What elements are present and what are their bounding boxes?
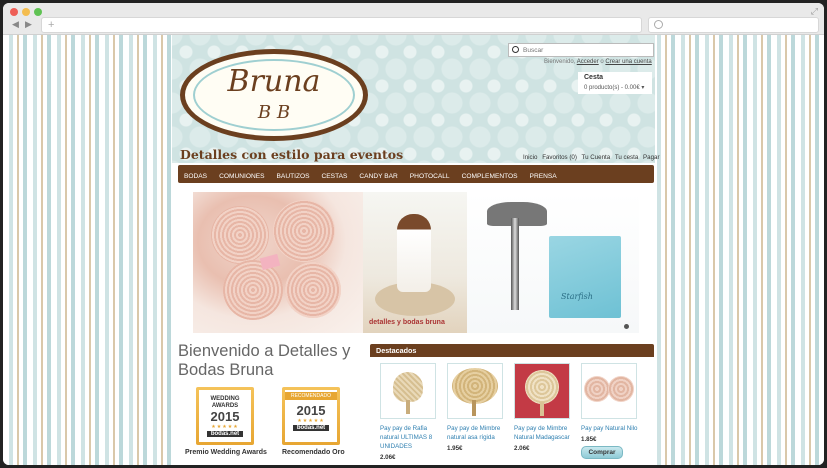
product-name[interactable]: Pay pay Natural Nilo: [581, 424, 641, 433]
search-icon: [654, 20, 663, 29]
logo-monogram: B B: [257, 102, 291, 123]
slide-indicator[interactable]: [624, 324, 629, 329]
address-bar[interactable]: +: [41, 17, 642, 33]
product-name[interactable]: Pay pay de Mimbre natural asa rígida: [447, 424, 507, 442]
link-tu-cesta[interactable]: Tu cesta: [615, 154, 639, 161]
add-to-cart-button[interactable]: Comprar: [581, 446, 623, 459]
box-label: Starfish: [561, 292, 593, 301]
link-inicio[interactable]: Inicio: [523, 154, 537, 161]
search-icon[interactable]: [512, 46, 519, 53]
site-tagline: Detalles con estilo para eventos: [180, 147, 404, 162]
site-logo[interactable]: Bruna B B: [180, 49, 368, 141]
page-background: Bruna B B Detalles con estilo para event…: [3, 35, 824, 465]
search-input[interactable]: [523, 44, 649, 56]
link-pagar[interactable]: Pagar: [643, 154, 660, 161]
award-caption: Premio Wedding Awards: [185, 449, 267, 456]
menu-item-prensa[interactable]: PRENSA: [524, 168, 563, 186]
forward-icon[interactable]: ▶: [25, 19, 32, 30]
main-menu: BODAS COMUNIONES BAUTIZOS CESTAS CANDY BAR PH…: [178, 165, 654, 183]
product-card: Pay pay de Mimbre natural asa rígida 1.9…: [447, 363, 507, 452]
product-price: 2.06€: [514, 445, 530, 452]
banner-fans-image: [193, 192, 363, 333]
banner-couple-image: detalles y bodas bruna: [363, 192, 467, 333]
product-image[interactable]: [581, 363, 637, 419]
banner-caption: detalles y bodas bruna: [369, 319, 445, 326]
product-price: 2.06€: [380, 454, 396, 461]
menu-item-bodas[interactable]: BODAS: [178, 168, 213, 186]
cart-summary[interactable]: 0 producto(s) - 0.00€ ▾: [584, 84, 644, 91]
login-link[interactable]: Acceder: [577, 59, 599, 65]
product-price: 1.95€: [447, 445, 463, 452]
link-favoritos[interactable]: Favoritos (0): [542, 154, 577, 161]
menu-item-bautizos[interactable]: BAUTIZOS: [271, 168, 316, 186]
menu-item-comuniones[interactable]: COMUNIONES: [213, 168, 270, 186]
browser-search-field[interactable]: [648, 17, 819, 33]
page-title: Bienvenido a Detalles y Bodas Bruna: [178, 342, 351, 379]
close-window-button[interactable]: [10, 8, 18, 16]
product-image[interactable]: [514, 363, 570, 419]
maximize-window-button[interactable]: [34, 8, 42, 16]
product-card: Pay pay de Mimbre Natural Madagascar 2.0…: [514, 363, 574, 452]
top-links: Inicio Favoritos (0) Tu Cuenta Tu cesta …: [523, 154, 663, 161]
back-icon[interactable]: ◀: [12, 19, 19, 30]
browser-window: ◀ ▶ + ⤢ Bruna B B Detalles con estilo pa…: [3, 3, 824, 465]
expand-icon[interactable]: ⤢: [811, 6, 818, 17]
browser-chrome: ◀ ▶ + ⤢: [3, 3, 824, 35]
link-tu-cuenta[interactable]: Tu Cuenta: [582, 154, 611, 161]
cart-widget[interactable]: Cesta 0 producto(s) - 0.00€ ▾: [578, 72, 652, 94]
site-search[interactable]: [508, 43, 654, 57]
new-tab-icon[interactable]: +: [48, 18, 54, 32]
chevron-down-icon: ▾: [641, 85, 645, 91]
site-content: Bruna B B Detalles con estilo para event…: [172, 35, 660, 465]
recommended-badge[interactable]: RECOMENDADO 2015 ★★★★★ bodas.net: [282, 387, 340, 445]
product-card: Pay pay Natural Nilo 1.85€ Comprar: [581, 363, 641, 459]
product-name[interactable]: Pay pay de Mimbre Natural Madagascar: [514, 424, 574, 442]
award-caption: Recomendado Oro: [282, 449, 345, 456]
menu-item-complementos[interactable]: COMPLEMENTOS: [456, 168, 524, 186]
product-image[interactable]: [380, 363, 436, 419]
featured-products: Destacados Pay pay de Rafia natural ULTI…: [370, 344, 654, 465]
register-link[interactable]: Crear una cuenta: [605, 59, 651, 65]
menu-item-candy-bar[interactable]: CANDY BAR: [353, 168, 403, 186]
wedding-awards-badge[interactable]: WEDDING AWARDS 2015 ★★★★★ bodas.net: [196, 387, 254, 445]
banner-bottle-stopper-image: Starfish: [467, 192, 639, 333]
cart-title: Cesta: [584, 74, 604, 81]
product-image[interactable]: [447, 363, 503, 419]
logo-text: Bruna: [227, 64, 321, 99]
featured-header: Destacados: [370, 344, 654, 357]
hero-slideshow[interactable]: detalles y bodas bruna Starfish: [193, 192, 639, 333]
product-price: 1.85€: [581, 436, 597, 443]
stars-icon: ★★★★★: [297, 418, 325, 424]
menu-item-cestas[interactable]: CESTAS: [316, 168, 354, 186]
menu-item-photocall[interactable]: PHOTOCALL: [404, 168, 456, 186]
stars-icon: ★★★★★: [211, 424, 239, 430]
minimize-window-button[interactable]: [22, 8, 30, 16]
welcome-message: Bienvenido, Acceder o Crear una cuenta: [544, 59, 652, 65]
product-name[interactable]: Pay pay de Rafia natural ULTIMAS 8 UNIDA…: [380, 424, 440, 451]
product-card: Pay pay de Rafia natural ULTIMAS 8 UNIDA…: [380, 363, 440, 461]
site-header: Bruna B B Detalles con estilo para event…: [172, 35, 660, 163]
